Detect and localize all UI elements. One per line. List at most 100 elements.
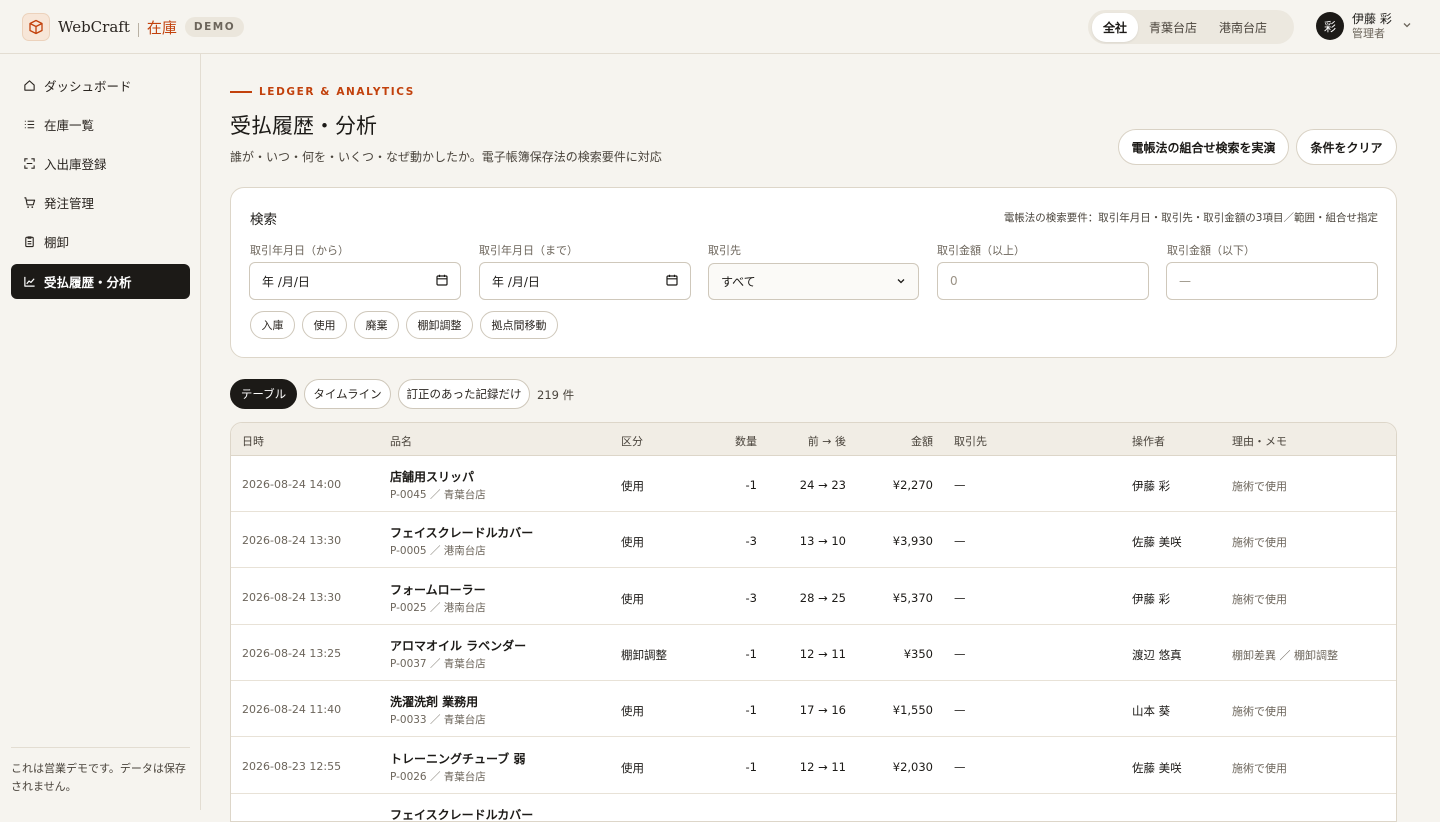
- user-role: 管理者: [1352, 26, 1385, 40]
- partner-select[interactable]: すべて: [708, 263, 919, 300]
- user-menu[interactable]: 彩 伊藤 彩 管理者: [1316, 12, 1412, 40]
- row-product-name: フェイスクレードルカバー: [390, 807, 534, 822]
- tab-corrected-only[interactable]: 訂正のあった記録だけ: [398, 379, 530, 409]
- row-datetime: 2026-08-24 13:30: [242, 590, 342, 604]
- date-to-value: 年 /月/日: [492, 274, 540, 289]
- brand[interactable]: WebCraft 在庫 DEMO: [22, 12, 245, 42]
- col-amount: 金額: [911, 435, 933, 448]
- row-product-code: P-0037 ／ 青葉台店: [390, 657, 486, 670]
- amount-min-placeholder: 0: [950, 274, 958, 288]
- sidebar-item-orders[interactable]: 発注管理: [11, 185, 190, 220]
- row-operator: 佐藤 美咲: [1132, 760, 1182, 775]
- row-product-code: P-0005 ／ 港南台店: [390, 545, 486, 558]
- row-amount: ¥350: [903, 646, 933, 661]
- tab-timeline[interactable]: タイムライン: [304, 379, 391, 409]
- sidebar-item-stock-entry[interactable]: 入出庫登録: [11, 146, 190, 181]
- search-hint: 電帳法の検索要件：取引年月日・取引先・取引金額の3項目／範囲・組合せ指定: [1003, 212, 1378, 224]
- store-option-konandai[interactable]: 港南台店: [1208, 13, 1278, 42]
- sidebar-item-label: 在庫一覧: [44, 118, 95, 133]
- partner-label: 取引先: [708, 244, 741, 257]
- row-qty: -1: [745, 646, 757, 661]
- row-type: 使用: [621, 479, 644, 493]
- row-product-code: P-0025 ／ 港南台店: [390, 601, 486, 614]
- filter-chip-transfer[interactable]: 拠点間移動: [480, 311, 558, 339]
- table-row[interactable]: 2026-08-24 11:40 洗濯洗剤 業務用 P-0033 ／ 青葉台店 使用 -…: [231, 681, 1396, 738]
- avatar: 彩: [1316, 12, 1344, 40]
- eyebrow-label: LEDGER & ANALYTICS: [259, 86, 415, 98]
- row-operator: 渡辺 悠真: [1132, 647, 1182, 662]
- row-datetime: 2026-08-24 11:40: [242, 703, 342, 717]
- store-option-aobadai[interactable]: 青葉台店: [1138, 13, 1208, 42]
- row-type: 使用: [621, 760, 644, 775]
- table-row[interactable]: 2026-08-24 14:00 店舗用スリッパ P-0045 ／ 青葉台店 使用 -1…: [231, 456, 1396, 512]
- eyebrow: LEDGER & ANALYTICS: [230, 86, 415, 98]
- top-bar: WebCraft 在庫 DEMO 全社 青葉台店 港南台店 彩 伊藤 彩 管理者: [0, 0, 1440, 54]
- date-from-input[interactable]: 年 /月/日: [249, 262, 461, 300]
- row-product-name: アロマオイル ラベンダー: [390, 638, 527, 653]
- col-datetime: 日時: [242, 435, 264, 448]
- sidebar-item-label: ダッシュボード: [44, 79, 132, 94]
- clipboard-icon: [22, 235, 36, 249]
- row-datetime: 2026-08-24 13:30: [242, 534, 342, 548]
- row-product-code: P-0026 ／ 青葉台店: [390, 770, 486, 783]
- filter-chip-adjust[interactable]: 棚卸調整: [406, 311, 473, 339]
- sidebar-item-inventory[interactable]: 在庫一覧: [11, 107, 190, 142]
- chart-icon: [22, 275, 36, 289]
- row-memo: 施術で使用: [1232, 592, 1287, 606]
- table-row[interactable]: フェイスクレードルカバー: [231, 794, 1396, 822]
- sidebar-item-label: 棚卸: [44, 235, 70, 250]
- col-operator: 操作者: [1132, 435, 1165, 448]
- row-partner: —: [954, 646, 966, 661]
- brand-divider: [137, 23, 139, 37]
- row-amount: ¥2,030: [892, 759, 933, 774]
- row-datetime: 2026-08-24 13:25: [242, 646, 342, 660]
- row-amount: ¥5,370: [892, 590, 933, 605]
- sidebar-item-stocktake[interactable]: 棚卸: [11, 224, 190, 259]
- eyebrow-line: [230, 91, 252, 93]
- result-count: 219 件: [537, 388, 575, 402]
- page-title: 受払履歴・分析: [230, 114, 377, 138]
- row-type: 使用: [621, 704, 644, 719]
- row-partner: —: [954, 534, 966, 549]
- box-logo-icon: [22, 13, 50, 41]
- col-partner: 取引先: [954, 435, 987, 448]
- table-row[interactable]: 2026-08-24 13:30 フォームローラー P-0025 ／ 港南台店 使用 -…: [231, 569, 1396, 625]
- table-row[interactable]: 2026-08-24 13:25 アロマオイル ラベンダー P-0037 ／ 青葉台…: [231, 625, 1396, 681]
- row-type: 棚卸調整: [621, 647, 667, 662]
- user-name: 伊藤 彩: [1352, 12, 1392, 27]
- amount-min-input[interactable]: 0: [937, 262, 1149, 300]
- tab-table[interactable]: テーブル: [230, 379, 297, 409]
- date-to-input[interactable]: 年 /月/日: [479, 262, 691, 300]
- table-row[interactable]: 2026-08-24 13:30 フェイスクレードルカバー P-0005 ／ 港南台…: [231, 512, 1396, 569]
- row-product-name: 店舗用スリッパ: [390, 470, 475, 484]
- row-product-code: P-0045 ／ 青葉台店: [390, 489, 486, 501]
- home-icon: [22, 79, 36, 93]
- calendar-icon[interactable]: [436, 274, 448, 289]
- brand-subtitle: 在庫: [146, 18, 177, 37]
- demo-search-button[interactable]: 電帳法の組合せ検索を実演: [1118, 129, 1289, 165]
- list-icon: [22, 118, 36, 132]
- date-from-label: 取引年月日（から）: [250, 244, 349, 257]
- amount-max-input[interactable]: —: [1166, 262, 1378, 300]
- row-datetime: 2026-08-24 14:00: [242, 478, 342, 491]
- search-title: 検索: [250, 212, 277, 228]
- row-datetime: 2026-08-23 12:55: [242, 759, 342, 773]
- filter-chip-use[interactable]: 使用: [302, 311, 347, 339]
- sidebar-item-ledger[interactable]: 受払履歴・分析: [11, 264, 190, 299]
- col-memo: 理由・メモ: [1232, 435, 1287, 448]
- partner-value: すべて: [721, 275, 756, 289]
- clear-filters-button[interactable]: 条件をクリア: [1296, 129, 1397, 165]
- row-memo: 棚卸差異 ／ 棚卸調整: [1232, 648, 1338, 662]
- calendar-icon[interactable]: [666, 274, 678, 289]
- chevron-down-icon: [896, 275, 906, 289]
- filter-chip-dispose[interactable]: 廃棄: [354, 311, 399, 339]
- table-row[interactable]: 2026-08-23 12:55 トレーニングチューブ 弱 P-0026 ／ 青葉台…: [231, 738, 1396, 794]
- col-change: 前 → 後: [807, 435, 846, 448]
- sidebar-item-dashboard[interactable]: ダッシュボード: [11, 68, 190, 103]
- row-operator: 佐藤 美咲: [1132, 535, 1182, 550]
- user-meta: 伊藤 彩 管理者: [1352, 12, 1392, 40]
- filter-chip-receive[interactable]: 入庫: [250, 311, 295, 339]
- row-qty: -1: [745, 759, 757, 774]
- row-product-code: P-0033 ／ 青葉台店: [390, 714, 486, 727]
- store-option-all[interactable]: 全社: [1092, 12, 1139, 42]
